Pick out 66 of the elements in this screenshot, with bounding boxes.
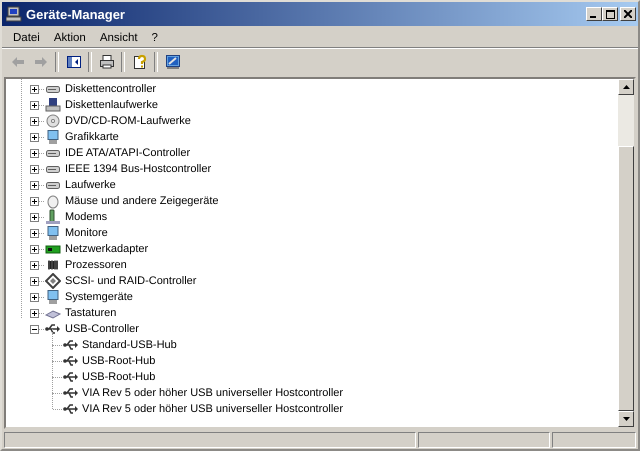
tree-item[interactable]: IDE ATA/ATAPI-Controller (64, 147, 192, 159)
tree-item[interactable]: Systemgeräte (64, 291, 134, 303)
menu-item[interactable]: Aktion (46, 32, 93, 44)
tree-item[interactable]: SCSI- und RAID-Controller (64, 275, 198, 287)
menu-item[interactable]: Ansicht (92, 32, 145, 44)
expand-button[interactable] (30, 244, 39, 254)
collapse-button[interactable] (30, 324, 39, 334)
scroll-up-button[interactable] (618, 79, 634, 95)
tree-item[interactable]: Grafikkarte (64, 131, 120, 143)
tree-item[interactable]: Standard-USB-Hub (81, 339, 178, 351)
tree-item[interactable]: Mäuse und andere Zeigegeräte (64, 195, 220, 207)
expand-button[interactable] (30, 260, 39, 270)
monitor-icon (45, 289, 61, 305)
expand-button[interactable] (30, 276, 39, 286)
expand-button[interactable] (30, 292, 39, 302)
close-icon (624, 10, 632, 18)
expand-button[interactable] (30, 84, 39, 94)
tree-item[interactable]: Tastaturen (64, 307, 118, 319)
tree-item[interactable]: Modems (64, 211, 108, 223)
menu-item[interactable]: ? (144, 32, 165, 44)
expand-button[interactable] (30, 148, 39, 158)
tree-item[interactable]: Monitore (64, 227, 109, 239)
up-arrow-icon (622, 85, 630, 89)
floppy-drive-icon (45, 97, 61, 113)
down-arrow-icon (622, 417, 630, 421)
maximize-button[interactable] (602, 7, 618, 21)
tree-item[interactable]: Diskettenlaufwerke (64, 99, 159, 111)
expand-button[interactable] (30, 228, 39, 238)
chip-icon (45, 257, 61, 273)
computer-icon (6, 6, 22, 22)
expand-button[interactable] (30, 116, 39, 126)
connector-icon (45, 273, 61, 289)
maximize-icon (606, 10, 614, 18)
panel-icon (66, 54, 82, 70)
mouse-icon (45, 193, 61, 209)
tree-item[interactable]: Diskettencontroller (64, 83, 158, 95)
expand-button[interactable] (30, 180, 39, 190)
tree-item[interactable]: Laufwerke (64, 179, 117, 191)
printer-icon (98, 54, 114, 70)
monitor-icon (164, 54, 180, 70)
scroll-down-button[interactable] (618, 411, 634, 427)
monitor-icon (45, 129, 61, 145)
expand-button[interactable] (30, 100, 39, 110)
monitor-icon (45, 225, 61, 241)
forward-arrow-icon (32, 54, 48, 70)
tree-item[interactable]: Netzwerkadapter (64, 243, 150, 255)
close-button[interactable] (620, 7, 636, 21)
expand-button[interactable] (30, 132, 39, 142)
scrollbar-thumb[interactable] (618, 146, 634, 411)
tree-item[interactable]: USB-Controller (64, 323, 140, 335)
tree-item[interactable]: USB-Root-Hub (81, 371, 156, 383)
tree-item[interactable]: IEEE 1394 Bus-Hostcontroller (64, 163, 212, 175)
window-title: Geräte-Manager (26, 6, 126, 22)
tree-item[interactable]: VIA Rev 5 oder höher USB universeller Hostcontroller (81, 403, 344, 415)
tree-item[interactable]: Prozessoren (64, 259, 128, 271)
disc-icon (45, 113, 61, 129)
expand-button[interactable] (30, 196, 39, 206)
help-icon (132, 54, 148, 70)
tree-item[interactable]: USB-Root-Hub (81, 355, 156, 367)
menu-item[interactable]: Datei (6, 32, 47, 44)
expand-button[interactable] (30, 164, 39, 174)
expand-button[interactable] (30, 212, 39, 222)
minimize-button[interactable] (586, 7, 602, 21)
tree-item[interactable]: DVD/CD-ROM-Laufwerke (64, 115, 192, 127)
tree-item[interactable]: VIA Rev 5 oder höher USB universeller Hostcontroller (81, 387, 344, 399)
expand-button[interactable] (30, 308, 39, 318)
